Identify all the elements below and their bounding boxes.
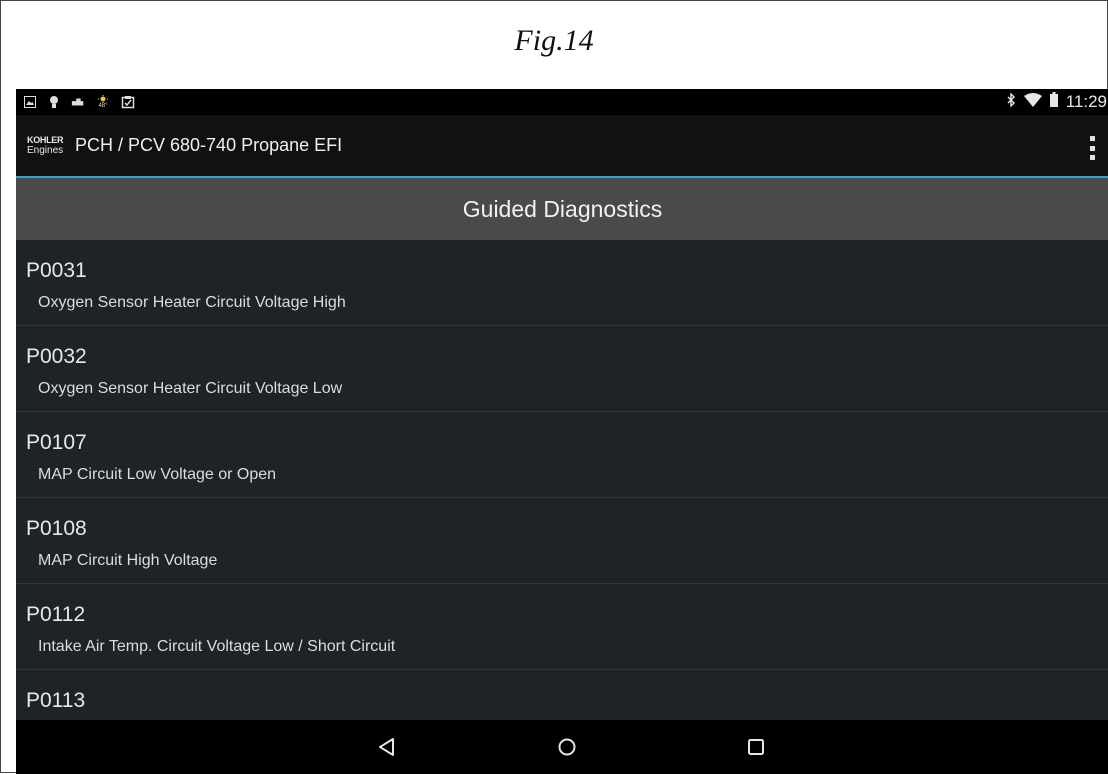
- app-title: PCH / PCV 680-740 Propane EFI: [75, 135, 343, 155]
- list-item-description: MAP Circuit High Voltage: [38, 552, 218, 569]
- list-item[interactable]: P0108 MAP Circuit High Voltage: [16, 498, 1108, 584]
- navigation-bar: [16, 720, 1108, 774]
- home-icon[interactable]: [553, 734, 581, 760]
- diagnostic-code-list[interactable]: P0031 Oxygen Sensor Heater Circuit Volta…: [16, 240, 1108, 720]
- list-item-description: MAP Circuit Low Voltage or Open: [38, 466, 277, 483]
- weather-temp: 48°: [98, 103, 108, 109]
- section-title: Guided Diagnostics: [462, 195, 663, 222]
- list-item-description: Oxygen Sensor Heater Circuit Voltage Hig…: [38, 294, 346, 311]
- section-header: Guided Diagnostics: [16, 178, 1108, 240]
- wrench-icon: [71, 95, 85, 109]
- caption-text: Fig.14: [514, 24, 594, 57]
- list-item-code: P0113: [26, 689, 86, 712]
- list-item[interactable]: P0112 Intake Air Temp. Circuit Voltage L…: [16, 584, 1108, 670]
- action-bar: KOHLER Engines PCH / PCV 680-740 Propane…: [16, 115, 1108, 178]
- battery-icon: [1049, 92, 1058, 112]
- bluetooth-icon: [1006, 92, 1016, 112]
- list-item[interactable]: P0032 Oxygen Sensor Heater Circuit Volta…: [16, 326, 1108, 412]
- list-item-code: P0107: [26, 431, 87, 454]
- list-item[interactable]: P0031 Oxygen Sensor Heater Circuit Volta…: [16, 240, 1108, 326]
- list-item[interactable]: P0113: [16, 670, 1108, 720]
- device-screen: 48° 11:29 KOHLER Engines PCH / PCV 680-7…: [16, 89, 1108, 774]
- status-bar: 48° 11:29: [16, 89, 1108, 115]
- logo-line1: KOHLER: [27, 134, 64, 145]
- list-item-description: Intake Air Temp. Circuit Voltage Low / S…: [38, 638, 396, 655]
- list-item-code: P0032: [26, 345, 87, 368]
- kohler-logo: KOHLER Engines: [27, 134, 71, 156]
- list-item[interactable]: P0107 MAP Circuit Low Voltage or Open: [16, 412, 1108, 498]
- figure-caption: Fig.14: [1, 1, 1107, 89]
- list-item-code: P0108: [26, 517, 87, 540]
- weather-icon: 48°: [95, 95, 111, 109]
- clipboard-icon: [121, 95, 135, 109]
- lightbulb-icon: [47, 95, 61, 109]
- list-item-code: P0112: [26, 603, 86, 626]
- logo-line2: Engines: [27, 144, 64, 156]
- back-icon[interactable]: [373, 734, 401, 760]
- image-icon: [23, 95, 37, 109]
- recents-icon[interactable]: [742, 734, 770, 760]
- list-item-description: Oxygen Sensor Heater Circuit Voltage Low: [38, 380, 343, 397]
- overflow-menu-icon[interactable]: [1089, 136, 1095, 160]
- list-item-code: P0031: [26, 259, 87, 282]
- status-time: 11:29: [1065, 92, 1107, 111]
- wifi-icon: [1023, 92, 1042, 112]
- figure-frame: Fig.14 48° 11:29 KOHLER Engines PCH / PC…: [0, 0, 1108, 774]
